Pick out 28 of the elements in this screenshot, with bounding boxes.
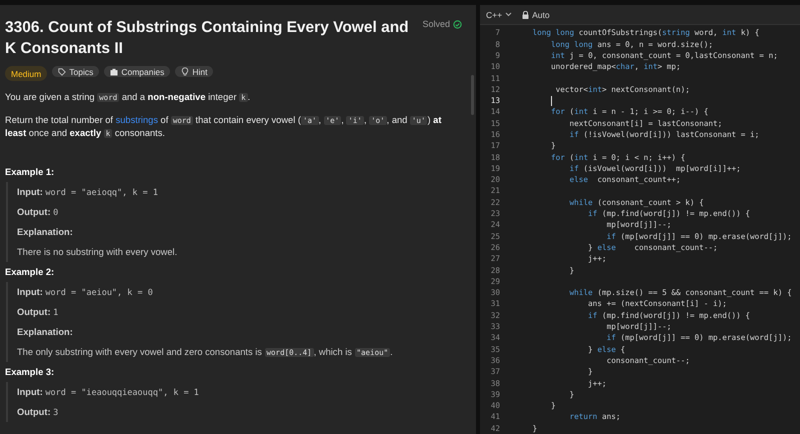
tag-button[interactable]: Hint — [175, 66, 214, 77]
difficulty-badge: Medium — [5, 66, 48, 81]
chevron-down-icon — [505, 12, 512, 18]
example-heading: Example 2: — [5, 266, 56, 279]
example-heading: Example 3: — [5, 366, 56, 379]
example-heading: Example 1: — [5, 166, 56, 179]
tag-button[interactable]: Topics — [52, 66, 100, 77]
example-output-text: Output: 1 — [17, 306, 60, 320]
tag-icon — [58, 68, 66, 76]
example-input-text: Input: word = "aeioqq", k = 1 — [17, 186, 159, 200]
auto-button[interactable]: Auto — [522, 10, 550, 20]
briefcase-icon — [110, 68, 118, 76]
example-input-text: Input: word = "aeiou", k = 0 — [17, 286, 154, 300]
explanation-text: There is no substring with every vowel. — [17, 246, 178, 259]
example-input-text: Input: word = "ieaouqqieaouqq", k = 1 — [17, 386, 200, 400]
lightbulb-icon — [181, 67, 190, 76]
check-circle-icon — [453, 20, 462, 28]
tag-button[interactable]: Companies — [104, 66, 170, 77]
explanation-label: Explanation: — [17, 326, 74, 339]
text-cursor — [551, 96, 552, 106]
substrings-link[interactable]: substrings — [116, 115, 158, 125]
lock-icon — [522, 10, 530, 19]
example-output-text: Output: 0 — [17, 206, 60, 220]
problem-title: 3306. Count of Substrings Containing Every Vowel and K Consonants II — [5, 18, 410, 59]
explanation-label: Explanation: — [17, 226, 74, 239]
example-output-text: Output: 3 — [17, 406, 60, 420]
solved-status: Solved — [422, 19, 462, 29]
language-dropdown[interactable]: C++ — [486, 10, 512, 20]
